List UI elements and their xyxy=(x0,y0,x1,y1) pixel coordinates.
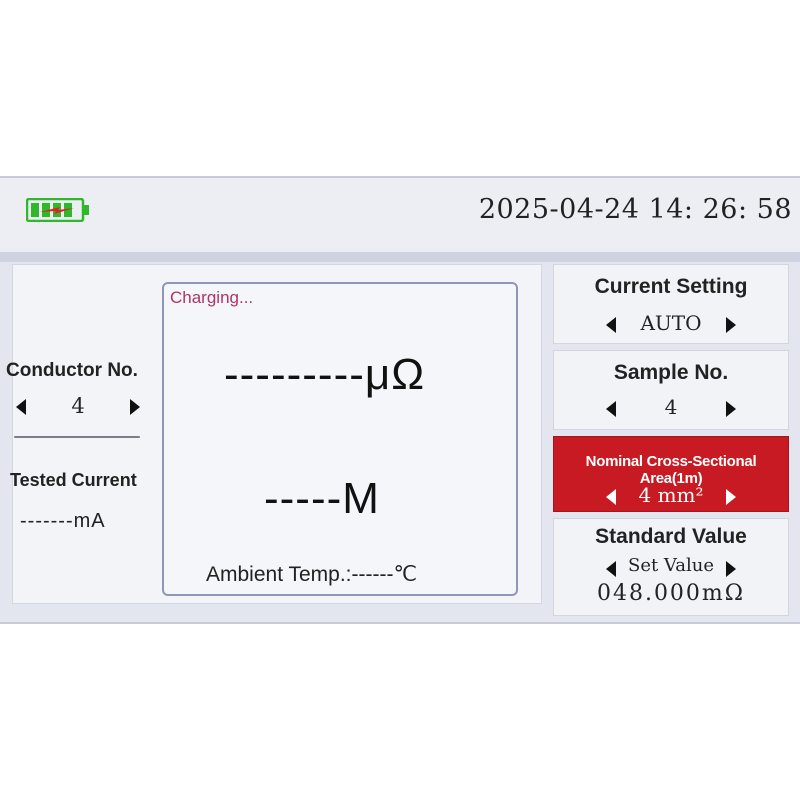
cross-section-label: Nominal Cross-Sectional Area(1m) xyxy=(585,453,757,487)
header-divider xyxy=(0,252,800,262)
current-setting-label: Current Setting xyxy=(594,275,748,298)
battery-charging-icon xyxy=(26,198,89,222)
status-bar: 2025-04-24 14: 26: 58 xyxy=(0,178,800,252)
current-setting-value: AUTO xyxy=(640,311,702,335)
cross-section-value: 4 mm² xyxy=(638,483,704,507)
conductor-value: 4 xyxy=(71,394,85,418)
arrow-right-icon[interactable] xyxy=(726,489,736,505)
sample-no-value: 4 xyxy=(664,395,678,419)
arrow-right-icon[interactable] xyxy=(726,401,736,417)
set-value-label: Set Value xyxy=(627,555,715,576)
sample-no-selector[interactable]: 4 xyxy=(554,395,788,423)
set-value-selector[interactable]: Set Value xyxy=(554,555,788,583)
current-setting-card[interactable]: Current Setting AUTO xyxy=(553,264,789,344)
arrow-right-icon[interactable] xyxy=(726,561,736,577)
arrow-right-icon[interactable] xyxy=(130,399,140,415)
current-setting-selector[interactable]: AUTO xyxy=(554,311,788,339)
arrow-right-icon[interactable] xyxy=(726,317,736,333)
datetime: 2025-04-24 14: 26: 58 xyxy=(478,194,792,225)
charging-status: Charging... xyxy=(170,288,254,307)
conductor-label: Conductor No. xyxy=(6,360,138,381)
device-screen: 2025-04-24 14: 26: 58 Conductor No. 4 Te… xyxy=(0,176,800,624)
sample-no-label: Sample No. xyxy=(613,361,729,384)
tested-current-label: Tested Current xyxy=(10,470,137,490)
cross-section-card[interactable]: Nominal Cross-Sectional Area(1m) 4 mm² xyxy=(553,436,789,512)
cross-section-selector[interactable]: 4 mm² xyxy=(554,483,788,511)
standard-value-card[interactable]: Standard Value Set Value 048.000mΩ xyxy=(553,518,789,616)
conductor-selector[interactable]: 4 xyxy=(14,392,142,422)
standard-value-label: Standard Value xyxy=(595,525,747,548)
divider xyxy=(14,436,140,438)
sample-no-card[interactable]: Sample No. 4 xyxy=(553,350,789,430)
tested-current-value: -------mA xyxy=(20,510,106,532)
resistance-value: ---------μΩ xyxy=(224,350,426,399)
length-value: -----M xyxy=(264,474,380,523)
standard-value: 048.000mΩ xyxy=(596,581,746,606)
ambient-temp: Ambient Temp.:------℃ xyxy=(206,563,418,586)
reading-display: Charging... ---------μΩ -----M Ambient T… xyxy=(162,282,518,596)
